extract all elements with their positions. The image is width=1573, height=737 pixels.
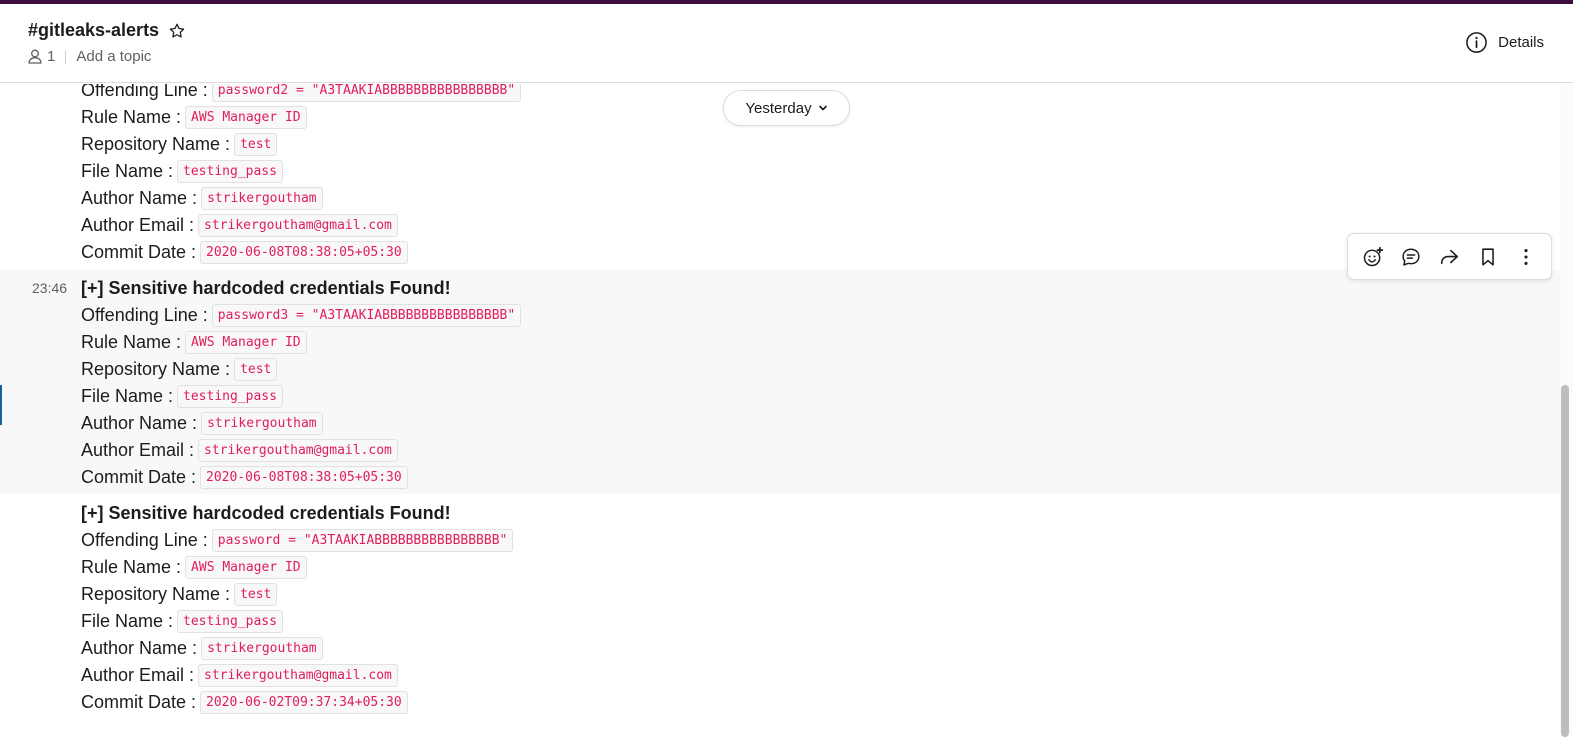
field-label: Commit Date : (81, 467, 197, 487)
message-title: [+] Sensitive hardcoded credentials Foun… (81, 275, 451, 302)
field-repository-name: Repository Name : test (81, 581, 278, 608)
field-value: 2020-06-08T08:38:05+05:30 (200, 241, 408, 264)
field-label: Author Email : (81, 665, 195, 685)
field-label: Author Name : (81, 638, 198, 658)
field-value: strikergoutham (201, 637, 323, 660)
channel-name[interactable]: #gitleaks-alerts (28, 20, 159, 41)
field-label: Repository Name : (81, 134, 231, 154)
message[interactable]: [+] Sensitive hardcoded credentials Foun… (0, 496, 1560, 726)
add-topic-link[interactable]: Add a topic (76, 48, 151, 65)
info-icon (1465, 31, 1488, 54)
channel-title-row: #gitleaks-alerts (28, 20, 186, 41)
field-file-name: File Name : testing_pass (81, 608, 283, 635)
field-author-name: Author Name : strikergoutham (81, 185, 323, 212)
field-value: testing_pass (177, 610, 283, 633)
save-bookmark-icon[interactable] (1476, 245, 1500, 269)
message-title: [+] Sensitive hardcoded credentials Foun… (81, 500, 451, 527)
field-value: 2020-06-02T09:37:34+05:30 (200, 691, 408, 714)
field-value: password = "A3TAAKIABBBBBBBBBBBBBBBB" (211, 529, 514, 552)
member-count[interactable]: 1 (47, 48, 55, 65)
field-commit-date: Commit Date : 2020-06-08T08:38:05+05:30 (81, 464, 408, 491)
meta-divider (65, 49, 67, 64)
reply-in-thread-icon[interactable] (1399, 245, 1423, 269)
scrollbar-thumb[interactable] (1561, 385, 1569, 737)
field-label: File Name : (81, 611, 174, 631)
chevron-down-icon (818, 103, 828, 113)
field-rule-name: Rule Name : AWS Manager ID (81, 329, 307, 356)
field-label: Repository Name : (81, 359, 231, 379)
field-label: Rule Name : (81, 107, 182, 127)
field-author-name: Author Name : strikergoutham (81, 410, 323, 437)
message-list[interactable]: Offending Line : password2 = "A3TAAKIABB… (0, 84, 1560, 737)
title-text: [+] Sensitive hardcoded credentials Foun… (81, 278, 451, 298)
field-commit-date: Commit Date : 2020-06-08T08:38:05+05:30 (81, 239, 408, 266)
field-file-name: File Name : testing_pass (81, 158, 283, 185)
date-label: Yesterday (745, 99, 812, 117)
field-file-name: File Name : testing_pass (81, 383, 283, 410)
field-label: Offending Line : (81, 305, 208, 325)
field-value: AWS Manager ID (185, 106, 307, 129)
field-value: strikergoutham@gmail.com (198, 664, 398, 687)
details-label: Details (1498, 34, 1544, 51)
field-value: test (234, 358, 278, 381)
message-actions-toolbar (1347, 233, 1552, 280)
field-value: test (234, 583, 278, 606)
field-offending-line: Offending Line : password2 = "A3TAAKIABB… (81, 84, 522, 104)
date-divider-button[interactable]: Yesterday (723, 90, 850, 126)
field-rule-name: Rule Name : AWS Manager ID (81, 104, 307, 131)
channel-header: #gitleaks-alerts 1 Add a topic Details (0, 4, 1573, 83)
field-repository-name: Repository Name : test (81, 356, 278, 383)
field-value: 2020-06-08T08:38:05+05:30 (200, 466, 408, 489)
field-offending-line: Offending Line : password = "A3TAAKIABBB… (81, 527, 514, 554)
field-label: Author Name : (81, 188, 198, 208)
field-label: Offending Line : (81, 84, 208, 100)
field-author-email: Author Email : strikergoutham@gmail.com (81, 437, 398, 464)
message-timestamp[interactable]: 23:46 (32, 280, 67, 296)
field-label: File Name : (81, 386, 174, 406)
field-label: File Name : (81, 161, 174, 181)
field-label: Commit Date : (81, 692, 197, 712)
field-value: password3 = "A3TAAKIABBBBBBBBBBBBBBBB" (211, 304, 522, 327)
field-label: Author Name : (81, 413, 198, 433)
field-commit-date: Commit Date : 2020-06-02T09:37:34+05:30 (81, 689, 408, 716)
field-value: AWS Manager ID (185, 331, 307, 354)
field-value: AWS Manager ID (185, 556, 307, 579)
member-icon[interactable] (28, 49, 42, 64)
field-label: Commit Date : (81, 242, 197, 262)
star-icon[interactable] (168, 22, 186, 40)
field-value: password2 = "A3TAAKIABBBBBBBBBBBBBBBB" (211, 84, 522, 102)
field-label: Rule Name : (81, 332, 182, 352)
field-label: Repository Name : (81, 584, 231, 604)
field-value: strikergoutham@gmail.com (198, 214, 398, 237)
field-label: Rule Name : (81, 557, 182, 577)
field-offending-line: Offending Line : password3 = "A3TAAKIABB… (81, 302, 522, 329)
field-value: strikergoutham (201, 187, 323, 210)
field-value: test (234, 133, 278, 156)
field-author-name: Author Name : strikergoutham (81, 635, 323, 662)
share-message-icon[interactable] (1437, 245, 1461, 269)
field-author-email: Author Email : strikergoutham@gmail.com (81, 662, 398, 689)
field-label: Author Email : (81, 215, 195, 235)
field-value: testing_pass (177, 385, 283, 408)
message-hovered[interactable]: 23:46 [+] Sensitive hardcoded credential… (0, 270, 1560, 494)
field-repository-name: Repository Name : test (81, 131, 278, 158)
more-actions-icon[interactable] (1514, 245, 1538, 269)
title-text: [+] Sensitive hardcoded credentials Foun… (81, 503, 451, 523)
field-author-email: Author Email : strikergoutham@gmail.com (81, 212, 398, 239)
field-label: Offending Line : (81, 530, 208, 550)
field-value: testing_pass (177, 160, 283, 183)
field-value: strikergoutham (201, 412, 323, 435)
add-reaction-icon[interactable] (1361, 245, 1385, 269)
field-label: Author Email : (81, 440, 195, 460)
field-value: strikergoutham@gmail.com (198, 439, 398, 462)
unread-marker (0, 385, 2, 425)
details-button[interactable]: Details (1465, 31, 1544, 54)
field-rule-name: Rule Name : AWS Manager ID (81, 554, 307, 581)
channel-meta: 1 Add a topic (28, 48, 151, 65)
